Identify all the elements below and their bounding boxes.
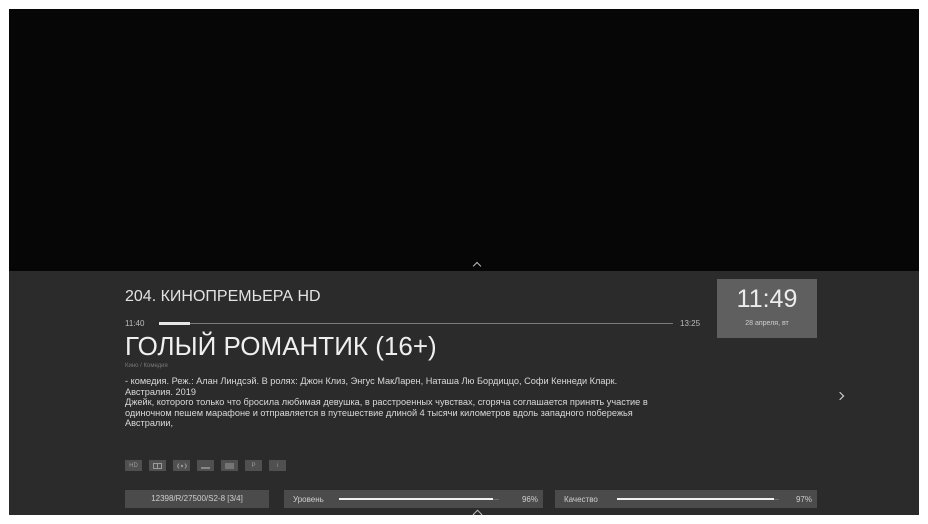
parental-icon: P xyxy=(245,460,262,471)
signal-quality-fill xyxy=(617,498,775,500)
info-icon: i xyxy=(269,460,286,471)
program-title: ГОЛЫЙ РОМАНТИК (16+) xyxy=(125,331,437,361)
transponder-info: 12398/R/27500/S2-8 [3/4] xyxy=(125,490,269,508)
description-line: одиночном пешем марафоне и отправляется … xyxy=(125,407,633,418)
signal-quality-bar xyxy=(617,498,779,500)
signal-quality-label: Качество xyxy=(564,495,598,504)
program-start-time: 11:40 xyxy=(125,319,145,328)
chevron-right-icon[interactable] xyxy=(835,391,845,401)
program-progress-fill xyxy=(159,322,190,325)
subtitles-icon xyxy=(149,460,166,471)
description-line: - комедия. Реж.: Алан Линдсэй. В ролях: … xyxy=(125,376,618,386)
description-line: Австралии, xyxy=(125,418,174,429)
clock: 11:49 28 апреля, вт xyxy=(717,279,817,338)
program-progress-bar xyxy=(159,322,673,325)
teletext-icon xyxy=(197,460,214,471)
program-description: - комедия. Реж.: Алан Линдсэй. В ролях: … xyxy=(125,376,815,429)
signal-level-bar xyxy=(339,498,499,500)
clock-time: 11:49 xyxy=(736,285,798,313)
list-icon xyxy=(221,460,238,471)
signal-level: Уровень 96% xyxy=(284,490,543,508)
hd-icon: HD xyxy=(125,460,142,471)
signal-level-label: Уровень xyxy=(293,495,324,504)
program-genre: Кино / Комедия xyxy=(125,363,168,369)
chevron-down-icon[interactable] xyxy=(472,509,483,515)
audio-icon xyxy=(173,460,190,471)
tv-screen: 204. КИНОПРЕМЬЕРА HD 11:40 13:25 11:49 2… xyxy=(9,9,919,515)
info-panel: 204. КИНОПРЕМЬЕРА HD 11:40 13:25 11:49 2… xyxy=(9,271,919,515)
feature-badges: HD P i xyxy=(125,460,286,471)
signal-quality: Качество 97% xyxy=(555,490,817,508)
program-end-time: 13:25 xyxy=(680,319,701,328)
chevron-up-icon[interactable] xyxy=(472,261,482,271)
signal-quality-value: 97% xyxy=(795,495,812,504)
description-line: Австралия. 2019 xyxy=(125,386,196,397)
signal-level-value: 96% xyxy=(521,495,538,504)
channel-name: 204. КИНОПРЕМЬЕРА HD xyxy=(125,288,321,305)
clock-date: 28 апреля, вт xyxy=(745,320,789,327)
description-line: Джейк, которого только что бросила любим… xyxy=(125,397,648,408)
signal-level-fill xyxy=(339,498,493,500)
